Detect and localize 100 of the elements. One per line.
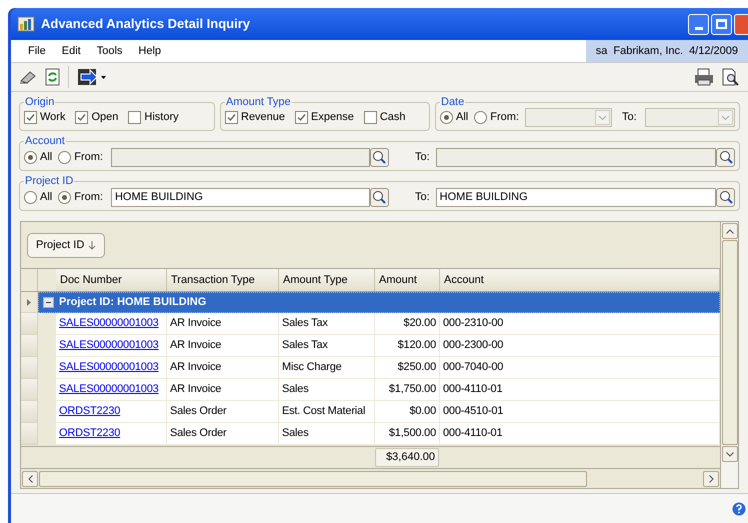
table-cell: $0.00	[375, 401, 440, 423]
input-field[interactable]: HOME BUILDING	[110, 188, 370, 206]
lookup-button[interactable]	[716, 148, 735, 166]
group-by-chip[interactable]: Project ID	[27, 232, 106, 258]
radio-label: From:	[74, 150, 103, 165]
close-button[interactable]	[734, 14, 748, 34]
column-header[interactable]: Amount Type	[279, 269, 375, 291]
help-icon[interactable]	[732, 502, 746, 516]
input-field[interactable]	[436, 148, 716, 166]
collapse-icon[interactable]	[43, 297, 54, 308]
checkbox[interactable]	[128, 110, 142, 124]
search-icon	[718, 190, 732, 204]
lookup-button[interactable]	[370, 148, 389, 166]
vertical-scrollbar-thumb[interactable]	[722, 240, 738, 445]
checkbox[interactable]	[225, 110, 238, 124]
to-label: To:	[414, 190, 430, 205]
checkbox-label: Open	[91, 110, 118, 125]
menu-item[interactable]: Help	[131, 42, 168, 60]
radio-label: From:	[490, 110, 519, 126]
column-header[interactable]: Doc Number	[56, 269, 167, 291]
table-cell: AR Invoice	[167, 335, 279, 357]
lookup-button[interactable]	[716, 188, 735, 206]
radio-label: All	[456, 110, 468, 126]
table-cell: Sales Order	[167, 401, 279, 423]
table-cell: 000-2310-00	[440, 313, 720, 335]
column-header[interactable]: Amount	[375, 269, 440, 291]
table-cell: Misc Charge	[279, 357, 375, 379]
lookup-button[interactable]	[370, 188, 389, 206]
table-cell: Sales Tax	[279, 313, 375, 335]
group-row-label: Project ID: HOME BUILDING	[59, 295, 206, 310]
checkbox[interactable]	[75, 110, 88, 124]
scroll-down-button[interactable]	[722, 446, 738, 462]
horizontal-scrollbar-thumb[interactable]	[39, 470, 587, 486]
table-cell: AR Invoice	[167, 379, 279, 401]
group-label: Amount Type	[225, 96, 292, 108]
radio-button[interactable]	[24, 190, 37, 204]
input-field[interactable]: HOME BUILDING	[436, 188, 716, 206]
session-date: 4/12/2009	[689, 44, 738, 59]
table-cell: $1,750.00	[375, 379, 440, 401]
checkbox[interactable]	[364, 110, 377, 124]
column-header[interactable]: Transaction Type	[167, 269, 279, 291]
scroll-left-button[interactable]	[22, 470, 38, 486]
column-header[interactable]: Account	[440, 269, 720, 291]
scroll-right-button[interactable]	[703, 470, 719, 486]
eraser-icon[interactable]	[19, 70, 37, 84]
checkbox[interactable]	[24, 110, 37, 124]
search-icon	[372, 190, 386, 204]
checkbox-label: Expense	[311, 110, 354, 125]
checkbox-label: Revenue	[241, 110, 286, 125]
group-label: Project ID	[24, 175, 74, 187]
group-label: Date	[440, 96, 466, 108]
dropdown-field[interactable]	[524, 108, 612, 127]
preview-icon[interactable]	[722, 68, 740, 86]
radio-label: From:	[74, 190, 103, 205]
radio-button[interactable]	[58, 190, 72, 204]
caret-icon	[594, 110, 610, 125]
group-label: Account	[24, 135, 66, 147]
checkbox-label: Work	[40, 110, 66, 125]
maximize-button[interactable]	[711, 14, 732, 34]
window-title: Advanced Analytics Detail Inquiry	[41, 15, 250, 34]
radio-button[interactable]	[474, 111, 488, 124]
table-cell: Est. Cost Material	[279, 401, 375, 423]
table-cell: Sales Order	[167, 423, 279, 445]
export-icon[interactable]	[77, 68, 107, 86]
checkbox-label: Cash	[380, 110, 406, 125]
to-label: To:	[622, 110, 637, 126]
radio-label: All	[40, 150, 52, 165]
table-cell: Sales	[279, 379, 375, 401]
chart-icon	[17, 16, 35, 32]
group-label: Origin	[24, 96, 56, 108]
menu-item[interactable]: File	[21, 42, 53, 60]
table-cell: 000-2300-00	[440, 335, 720, 357]
table-cell: Sales	[279, 423, 375, 445]
menu-item[interactable]: Tools	[90, 42, 130, 60]
menu-item[interactable]: Edit	[54, 42, 88, 60]
radio-label: All	[40, 190, 52, 205]
search-icon	[372, 150, 386, 164]
table-cell: 000-7040-00	[440, 357, 720, 379]
sort-arrow-icon	[88, 240, 96, 250]
table-cell: $20.00	[375, 313, 440, 335]
radio-button[interactable]	[440, 111, 453, 124]
search-icon	[718, 150, 732, 164]
table-cell: Sales Tax	[279, 335, 375, 357]
radio-button[interactable]	[58, 150, 72, 164]
amount-total: $3,640.00	[375, 448, 439, 467]
table-cell: $250.00	[375, 357, 440, 379]
user-name: sa	[596, 44, 608, 59]
table-cell: AR Invoice	[167, 357, 279, 379]
scroll-up-button[interactable]	[722, 223, 738, 239]
table-cell: $120.00	[375, 335, 440, 357]
radio-button[interactable]	[24, 150, 37, 164]
printer-icon[interactable]	[694, 68, 714, 86]
table-cell: AR Invoice	[167, 313, 279, 335]
table-cell: 000-4110-01	[440, 423, 720, 445]
input-field[interactable]	[110, 148, 370, 166]
dropdown-field[interactable]	[644, 108, 735, 127]
table-cell: $1,500.00	[375, 423, 440, 445]
refresh-icon[interactable]	[45, 68, 60, 86]
checkbox[interactable]	[295, 110, 308, 124]
minimize-button[interactable]	[688, 14, 709, 34]
